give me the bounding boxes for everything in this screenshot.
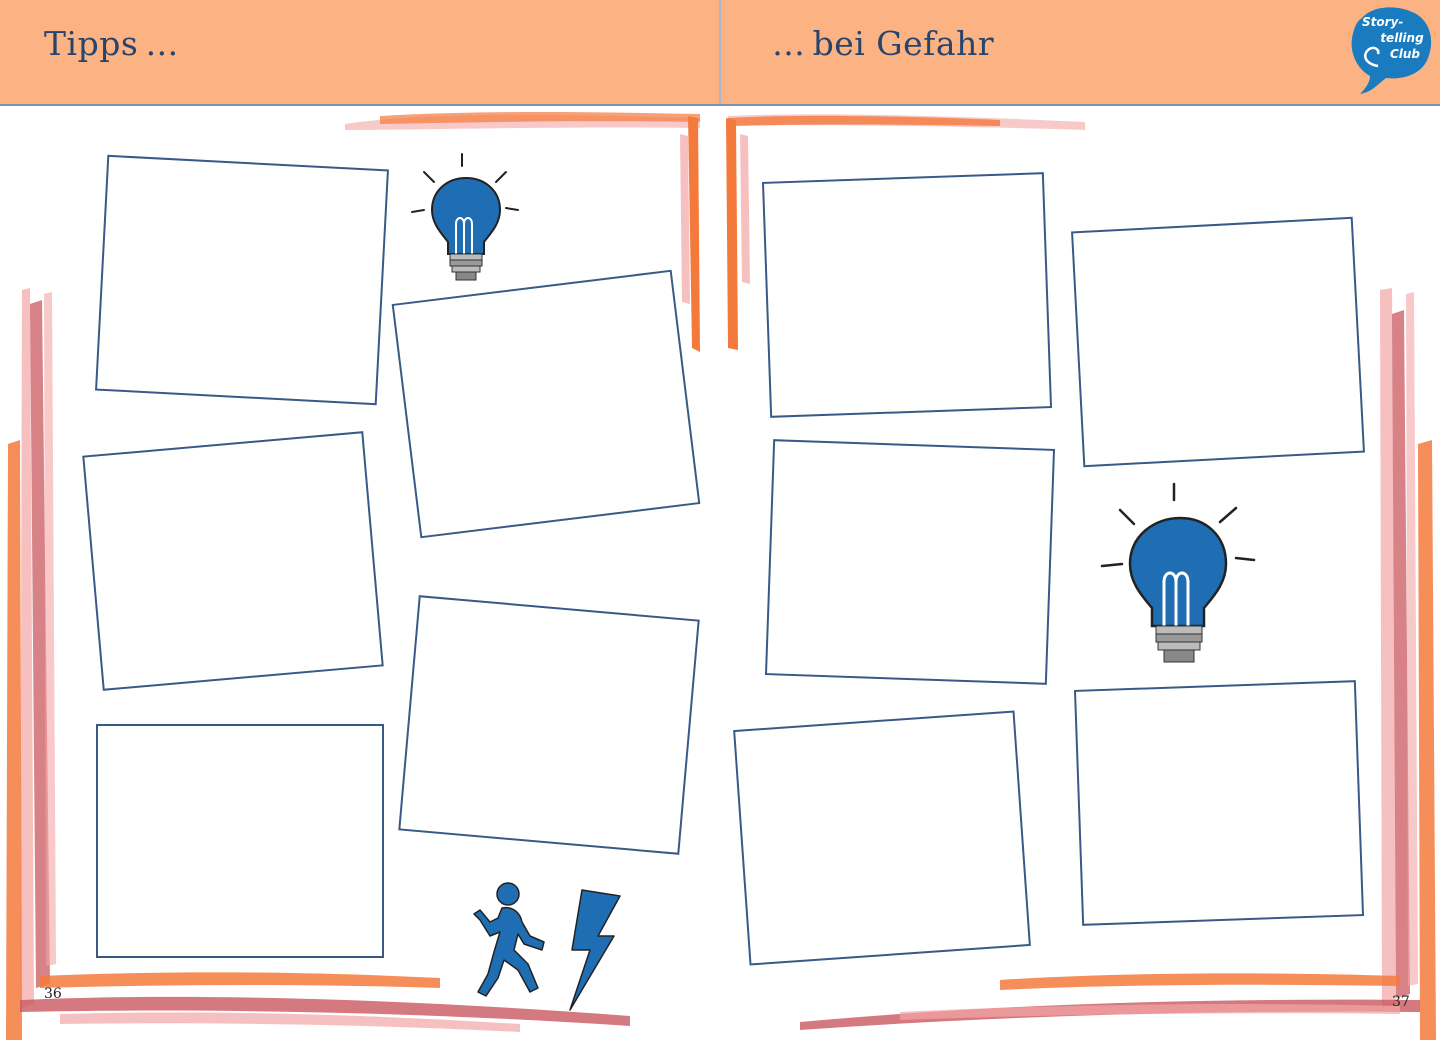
storytelling-club-logo: Story- telling Club [1348, 4, 1434, 96]
lightbulb-icon [411, 153, 519, 281]
left-photo-frame-5[interactable] [96, 724, 384, 958]
left-photo-frame-1[interactable] [95, 154, 389, 406]
running-person-icon [473, 882, 545, 997]
left-photo-frame-4[interactable] [398, 595, 700, 855]
right-photo-frame-2[interactable] [1071, 216, 1365, 468]
lightning-icon [569, 889, 621, 1011]
page-header: Tipps … … bei Gefahr Story- telling Club [0, 0, 1440, 106]
right-photo-frame-3[interactable] [764, 439, 1056, 685]
header-divider [719, 0, 721, 104]
left-photo-frame-2[interactable] [391, 269, 701, 539]
left-page-number: 36 [44, 986, 62, 1002]
logo-line-1: Story- [1362, 15, 1404, 29]
logo-line-3: Club [1389, 47, 1421, 61]
right-page-number: 37 [1392, 994, 1410, 1010]
right-photo-frame-5[interactable] [1073, 680, 1365, 926]
logo-line-2: telling [1380, 31, 1424, 45]
right-page-title: … bei Gefahr [772, 24, 995, 63]
lightbulb-icon [1100, 482, 1256, 663]
right-photo-frame-4[interactable] [733, 710, 1031, 966]
left-photo-frame-3[interactable] [82, 431, 384, 691]
left-page-title: Tipps … [44, 24, 179, 63]
right-photo-frame-1[interactable] [761, 172, 1053, 418]
